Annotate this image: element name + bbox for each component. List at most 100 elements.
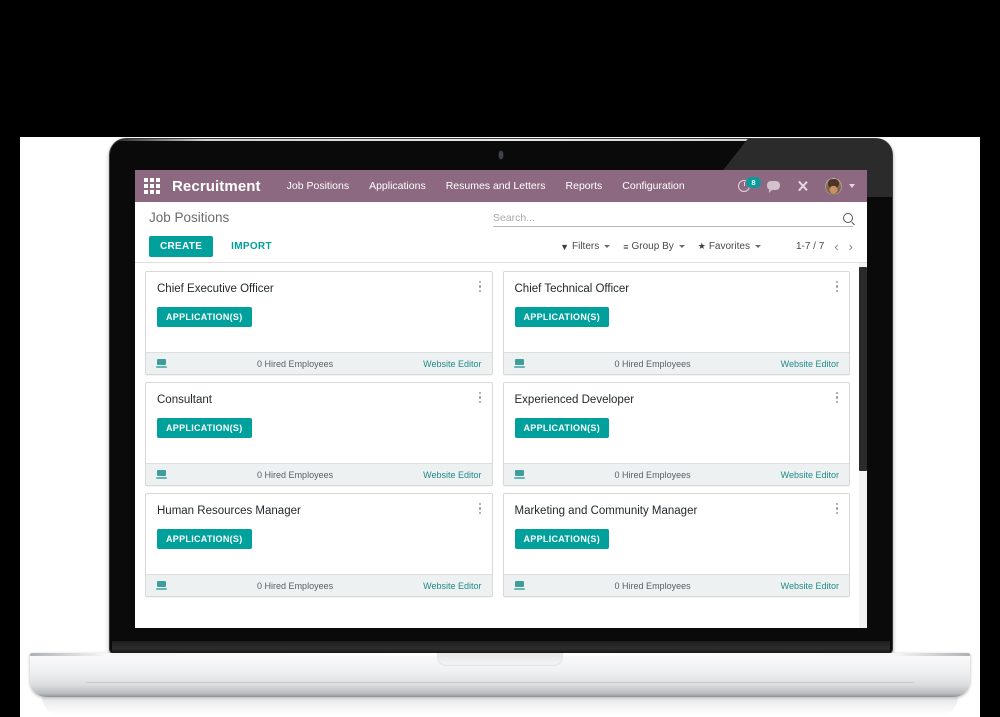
import-button[interactable]: IMPORT — [225, 240, 278, 253]
list-icon: ≡ — [623, 241, 629, 252]
applications-button[interactable]: APPLICATION(S) — [514, 307, 610, 327]
chevron-left-icon[interactable]: ‹ — [834, 240, 838, 253]
website-editor-link[interactable]: Website Editor — [781, 359, 839, 369]
app-brand-title: Recruitment — [172, 177, 261, 195]
website-icon — [513, 359, 525, 368]
menu-item-configuration[interactable]: Configuration — [622, 180, 684, 192]
create-button[interactable]: CREATE — [149, 236, 214, 257]
menu-item-reports[interactable]: Reports — [566, 180, 603, 192]
base-seam — [86, 682, 914, 683]
hired-employees-count: 0 Hired Employees — [614, 580, 691, 591]
apps-grid-icon[interactable] — [144, 178, 160, 194]
group-by-dropdown[interactable]: ≡ Group By — [623, 241, 685, 252]
applications-button[interactable]: APPLICATION(S) — [157, 307, 252, 327]
main-menu: Job Positions Applications Resumes and L… — [287, 180, 685, 192]
website-icon — [156, 581, 167, 590]
base-reflection — [42, 697, 958, 715]
website-icon — [156, 359, 167, 368]
kebab-menu-icon[interactable] — [836, 281, 839, 294]
laptop-base — [30, 653, 970, 697]
kanban-card[interactable]: Chief Technical Officer APPLICATION(S) 0… — [502, 271, 850, 375]
base-notch — [437, 653, 563, 666]
filters-label: Filters — [572, 241, 600, 252]
kanban-card[interactable]: Chief Executive Officer APPLICATION(S) 0… — [145, 271, 493, 375]
kebab-menu-icon[interactable] — [478, 503, 482, 516]
applications-button[interactable]: APPLICATION(S) — [514, 529, 610, 549]
website-editor-link[interactable]: Website Editor — [781, 470, 839, 480]
top-navbar: Recruitment Job Positions Applications R… — [135, 170, 867, 202]
website-icon — [156, 470, 167, 479]
card-body: Marketing and Community Manager APPLICAT… — [504, 494, 850, 574]
chevron-down-icon — [678, 245, 685, 248]
navbar-systray: 8 — [738, 176, 859, 195]
website-icon — [513, 581, 525, 590]
card-title: Human Resources Manager — [157, 505, 301, 517]
chevron-right-icon[interactable]: › — [849, 240, 853, 253]
card-title: Marketing and Community Manager — [514, 505, 698, 517]
close-icon[interactable] — [796, 179, 811, 194]
control-panel: Job Positions CREATE IMPORT ▼ Filters — [135, 202, 867, 263]
menu-item-applications[interactable]: Applications — [369, 180, 426, 192]
chevron-down-icon[interactable] — [849, 184, 855, 188]
filters-dropdown[interactable]: ▼ Filters — [560, 241, 611, 252]
card-body: Chief Technical Officer APPLICATION(S) — [504, 272, 850, 352]
kanban-view: Chief Executive Officer APPLICATION(S) 0… — [135, 263, 867, 628]
favorites-label: Favorites — [708, 241, 750, 252]
kanban-card[interactable]: Marketing and Community Manager APPLICAT… — [502, 493, 850, 597]
search-input[interactable] — [493, 212, 839, 224]
hired-employees-count: 0 Hired Employees — [257, 469, 334, 480]
card-body: Chief Executive Officer APPLICATION(S) — [146, 272, 492, 352]
kanban-scrollbar-track[interactable] — [859, 263, 867, 628]
card-footer: 0 Hired Employees Website Editor — [503, 352, 849, 374]
card-footer: 0 Hired Employees Website Editor — [146, 574, 492, 596]
card-footer: 0 Hired Employees Website Editor — [503, 463, 849, 485]
kanban-card[interactable]: Human Resources Manager APPLICATION(S) 0… — [145, 493, 493, 597]
group-by-label: Group By — [631, 241, 674, 252]
kanban-grid: Chief Executive Officer APPLICATION(S) 0… — [145, 271, 850, 597]
pager-range: 1-7 / 7 — [795, 241, 825, 252]
hired-employees-count: 0 Hired Employees — [614, 469, 691, 480]
menu-item-resumes-and-letters[interactable]: Resumes and Letters — [446, 180, 546, 192]
menu-item-job-positions[interactable]: Job Positions — [287, 180, 349, 192]
hired-employees-count: 0 Hired Employees — [614, 358, 691, 369]
kebab-menu-icon[interactable] — [836, 503, 839, 516]
pager: 1-7 / 7 ‹ › — [795, 240, 853, 253]
card-body: Human Resources Manager APPLICATION(S) — [146, 494, 492, 574]
user-avatar[interactable] — [825, 177, 842, 195]
card-title: Consultant — [157, 394, 212, 406]
star-icon: ★ — [697, 241, 706, 251]
kanban-card[interactable]: Experienced Developer APPLICATION(S) 0 H… — [502, 382, 850, 486]
card-body: Consultant APPLICATION(S) — [146, 383, 492, 463]
favorites-dropdown[interactable]: ★ Favorites — [698, 241, 761, 252]
activity-count-badge: 8 — [746, 176, 761, 188]
applications-button[interactable]: APPLICATION(S) — [157, 418, 252, 438]
screenshot-stage: Recruitment Job Positions Applications R… — [0, 0, 1000, 717]
card-footer: 0 Hired Employees Website Editor — [146, 463, 492, 485]
chevron-down-icon — [604, 245, 611, 248]
search-icon[interactable] — [843, 213, 853, 223]
website-editor-link[interactable]: Website Editor — [781, 581, 839, 591]
kebab-menu-icon[interactable] — [478, 281, 482, 294]
website-editor-link[interactable]: Website Editor — [423, 581, 481, 591]
card-body: Experienced Developer APPLICATION(S) — [504, 383, 850, 463]
applications-button[interactable]: APPLICATION(S) — [157, 529, 252, 549]
chat-bubble-icon[interactable] — [767, 179, 782, 194]
website-icon — [513, 470, 525, 479]
kebab-menu-icon[interactable] — [836, 392, 839, 405]
kanban-scrollbar-thumb[interactable] — [859, 267, 867, 471]
filter-icon: ▼ — [560, 241, 569, 252]
card-footer: 0 Hired Employees Website Editor — [503, 574, 849, 596]
hired-employees-count: 0 Hired Employees — [257, 358, 334, 369]
clock-icon[interactable]: 8 — [738, 176, 761, 194]
screen: Recruitment Job Positions Applications R… — [135, 170, 867, 628]
search-box[interactable] — [493, 212, 853, 227]
website-editor-link[interactable]: Website Editor — [423, 359, 481, 369]
applications-button[interactable]: APPLICATION(S) — [514, 418, 610, 438]
card-footer: 0 Hired Employees Website Editor — [146, 352, 492, 374]
hired-employees-count: 0 Hired Employees — [257, 580, 334, 591]
kanban-card[interactable]: Consultant APPLICATION(S) 0 Hired Employ… — [145, 382, 493, 486]
card-title: Chief Executive Officer — [157, 283, 274, 295]
page-title: Job Positions — [149, 210, 230, 225]
kebab-menu-icon[interactable] — [478, 392, 482, 405]
website-editor-link[interactable]: Website Editor — [423, 470, 481, 480]
